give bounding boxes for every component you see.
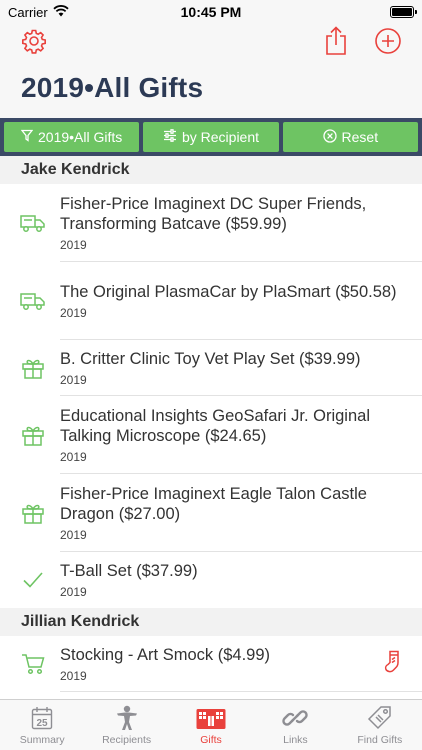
filter-bar: 2019•All Gifts by Recipient Reset [0, 118, 422, 156]
group-by-button[interactable]: by Recipient [143, 122, 279, 152]
group-by-label: by Recipient [181, 129, 260, 145]
filter-icon [20, 129, 34, 145]
status-bar: Carrier 10:45 PM [0, 0, 422, 24]
gift-icon [20, 355, 46, 381]
tab-find-gifts[interactable]: Find Gifts [338, 700, 422, 750]
tab-label: Find Gifts [357, 733, 403, 746]
item-body: Fisher-Price Imaginext DC Super Friends,… [60, 187, 422, 259]
gear-icon [21, 28, 47, 59]
nav-bar [0, 25, 422, 62]
item-body: T-Ball Set ($37.99) 2019 [60, 554, 422, 606]
list-item[interactable] [0, 692, 422, 699]
item-title: Stocking - Art Smock ($4.99) [60, 646, 270, 664]
tab-label: Summary [19, 733, 65, 746]
tab-recipients[interactable]: Recipients [84, 700, 168, 750]
section-header-jake: Jake Kendrick [0, 156, 422, 184]
plus-circle-icon [374, 27, 402, 60]
tab-label: Links [283, 733, 308, 746]
person-icon [115, 705, 139, 731]
list-item[interactable]: Stocking - Art Smock ($4.99) 2019 [0, 636, 422, 692]
item-title: T-Ball Set ($37.99) [60, 562, 198, 580]
section-header-jillian: Jillian Kendrick [0, 608, 422, 636]
period-filter-button[interactable]: 2019•All Gifts [4, 122, 140, 152]
item-year: 2019 [60, 238, 87, 252]
item-year: 2019 [60, 306, 87, 320]
item-title: The Original PlasmaCar by PlaSmart ($50.… [60, 283, 397, 301]
period-filter-label: 2019•All Gifts [38, 129, 123, 145]
tab-gifts[interactable]: Gifts [169, 700, 253, 750]
list-item[interactable]: B. Critter Clinic Toy Vet Play Set ($39.… [0, 340, 422, 396]
item-year: 2019 [60, 669, 87, 683]
add-gift-button[interactable] [373, 27, 403, 60]
gift-icon [20, 422, 46, 448]
tag-icon [367, 705, 393, 731]
checkmark-icon [20, 567, 46, 593]
item-title: Fisher-Price Imaginext Eagle Talon Castl… [60, 485, 367, 523]
calendar-icon: 25 [31, 705, 53, 731]
share-icon [324, 25, 348, 61]
stocking-icon [384, 650, 402, 679]
cart-icon [20, 651, 46, 677]
item-title: Fisher-Price Imaginext DC Super Friends,… [60, 195, 367, 233]
reset-label: Reset [341, 129, 379, 145]
svg-text:25: 25 [37, 718, 49, 729]
item-body: Stocking - Art Smock ($4.99) 2019 [60, 638, 422, 690]
page-title: 2019•All Gifts [21, 72, 204, 103]
tab-label: Gifts [200, 733, 222, 746]
section-title: Jillian Kendrick [21, 613, 140, 630]
reset-button[interactable]: Reset [282, 122, 418, 152]
share-button[interactable] [321, 25, 351, 61]
truck-icon [20, 210, 46, 236]
item-body: The Original PlasmaCar by PlaSmart ($50.… [60, 275, 422, 327]
tab-summary[interactable]: 25 Summary [0, 700, 84, 750]
tab-bar: 25 Summary Recipients Gifts Links Find G… [0, 699, 422, 750]
list-item[interactable]: T-Ball Set ($37.99) 2019 [0, 552, 422, 608]
section-title: Jake Kendrick [21, 161, 130, 178]
item-body: Fisher-Price Imaginext Eagle Talon Castl… [60, 477, 422, 549]
item-title: B. Critter Clinic Toy Vet Play Set ($39.… [60, 350, 361, 368]
battery-icon [390, 6, 417, 18]
item-year: 2019 [60, 373, 87, 387]
list-item[interactable]: Educational Insights GeoSafari Jr. Origi… [0, 396, 422, 474]
item-title: Educational Insights GeoSafari Jr. Origi… [60, 407, 370, 445]
list-item[interactable]: The Original PlasmaCar by PlaSmart ($50.… [0, 262, 422, 340]
clear-circle-icon [322, 128, 337, 146]
list-item[interactable]: Fisher-Price Imaginext Eagle Talon Castl… [0, 474, 422, 552]
tab-label: Recipients [102, 733, 152, 746]
status-time: 10:45 PM [180, 4, 242, 20]
gifts-icon [196, 705, 226, 731]
gift-list[interactable]: Jake Kendrick Fisher-Price Imaginext DC … [0, 156, 422, 699]
item-year: 2019 [60, 450, 87, 464]
gift-icon [20, 500, 46, 526]
sliders-icon [163, 129, 177, 145]
item-body: B. Critter Clinic Toy Vet Play Set ($39.… [60, 342, 422, 394]
item-year: 2019 [60, 585, 87, 599]
item-body: Educational Insights GeoSafari Jr. Origi… [60, 399, 422, 471]
list-item[interactable]: Fisher-Price Imaginext DC Super Friends,… [0, 184, 422, 262]
item-year: 2019 [60, 528, 87, 542]
link-icon [282, 705, 309, 731]
truck-icon [20, 288, 46, 314]
settings-button[interactable] [19, 28, 49, 58]
tab-links[interactable]: Links [253, 700, 337, 750]
